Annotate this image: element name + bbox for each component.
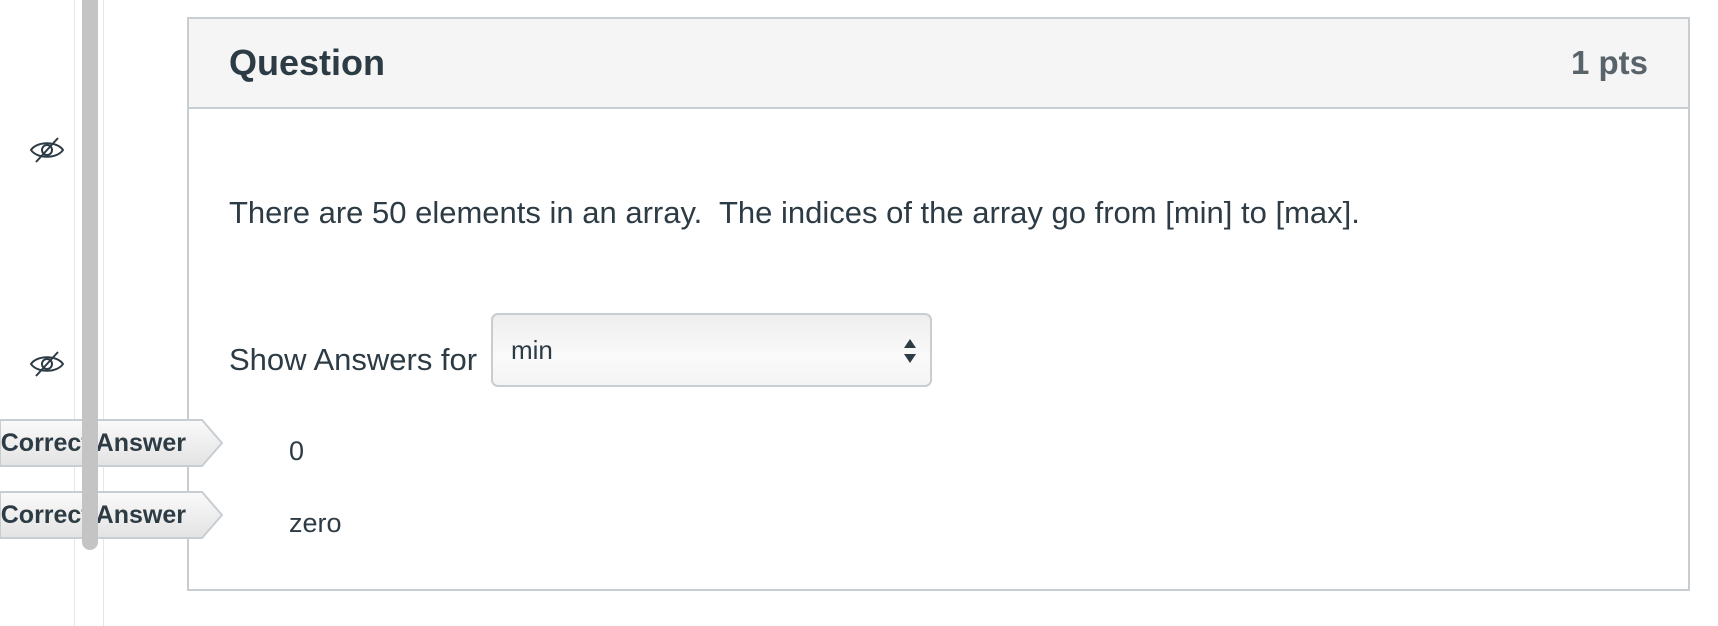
question-text: There are 50 elements in an array. The i… bbox=[229, 195, 1360, 230]
correct-answer-flag: Correct Answer bbox=[0, 491, 224, 539]
question-card: Question 1 pts There are 50 elements in … bbox=[187, 17, 1690, 591]
question-title: Question bbox=[229, 42, 386, 83]
show-answers-label: Show Answers for bbox=[229, 342, 478, 377]
sort-arrows-icon bbox=[902, 337, 918, 365]
question-points: 1 pts bbox=[1570, 44, 1648, 81]
quiz-results-page: Question 1 pts There are 50 elements in … bbox=[0, 0, 1718, 626]
show-answers-select[interactable]: min bbox=[491, 313, 932, 387]
question-header: Question 1 pts bbox=[189, 19, 1688, 109]
show-answers-selected-value: min bbox=[511, 335, 553, 365]
eye-slash-icon bbox=[28, 350, 66, 378]
correct-answer-flag: Correct Answer bbox=[0, 419, 224, 467]
correct-answer-value: zero bbox=[289, 508, 342, 538]
eye-slash-icon bbox=[28, 136, 66, 164]
correct-answer-value: 0 bbox=[289, 436, 305, 466]
scrollbar-thumb[interactable] bbox=[82, 0, 98, 550]
